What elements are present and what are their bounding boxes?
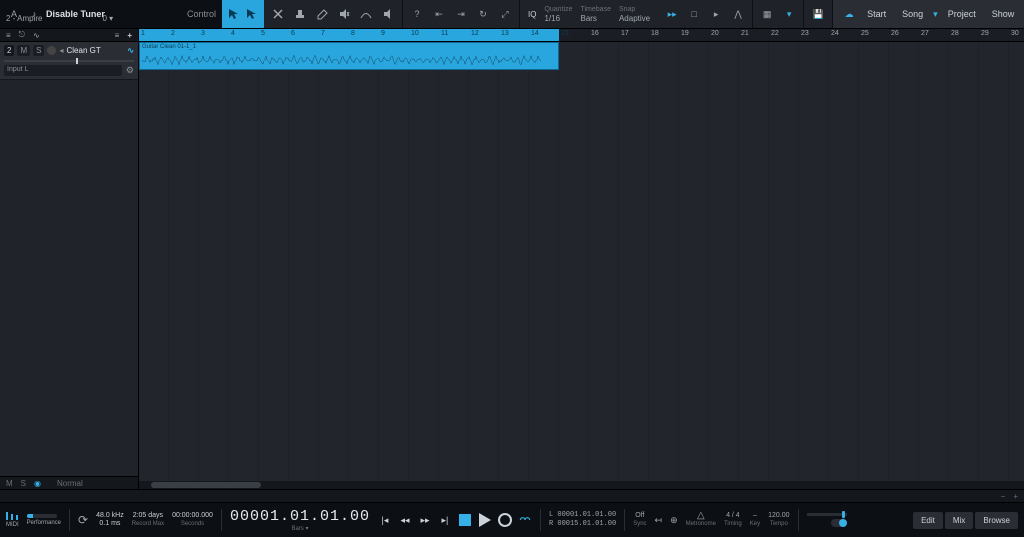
sync[interactable]: Off Sync [633, 512, 646, 528]
erase-tool[interactable] [314, 6, 330, 22]
record-button[interactable] [498, 513, 512, 527]
solo-button[interactable]: S [33, 45, 44, 56]
locators[interactable]: L 00001.01.01.00 R 00015.01.01.00 [549, 511, 616, 529]
track-settings-icon[interactable]: ⚙ [126, 65, 134, 76]
precount-icon[interactable]: ⊕ [670, 515, 678, 526]
monitor-icon[interactable]: ◂ [59, 46, 63, 55]
audio-clip[interactable]: Guitar Clean 01-1_1 [139, 42, 559, 70]
ripple-icon[interactable]: □ [686, 6, 702, 22]
draw-icon[interactable]: ⎋ [19, 30, 25, 40]
add-track-button[interactable]: + [127, 31, 132, 40]
seconds-counter: 00:00:00.000 Seconds [172, 512, 213, 528]
snap-dropdown[interactable]: Snap Adaptive [619, 5, 650, 23]
help-icon[interactable]: ? [409, 6, 425, 22]
forward-end-icon[interactable]: ▸| [438, 513, 452, 527]
bend-tool[interactable] [358, 6, 374, 22]
arrangement-view: 123456789101112131415 161718192021222324… [139, 29, 1024, 489]
track-number: 2 [4, 45, 14, 56]
grid-dropdown-icon[interactable]: ▾ [781, 6, 797, 22]
zoom-in-icon[interactable]: + [1013, 492, 1018, 501]
skip-fwd-icon[interactable]: ⇥ [453, 6, 469, 22]
project-button[interactable]: Project [942, 7, 982, 21]
cloud-icon[interactable]: ☁ [841, 6, 857, 22]
autoscroll-icon[interactable]: ▸▸ [664, 6, 680, 22]
timeline[interactable]: Guitar Clean 01-1_1 [139, 42, 1024, 489]
track-name[interactable]: Clean GT [66, 46, 124, 55]
group-icon[interactable]: ▦ [759, 6, 775, 22]
zoom-out-icon[interactable]: − [1001, 492, 1006, 501]
foot-solo[interactable]: S [21, 479, 26, 488]
iq-button[interactable]: IQ [528, 10, 536, 19]
preroll-icon[interactable]: ↤ [655, 515, 663, 526]
timebase-dropdown[interactable]: Timebase Bars [580, 5, 610, 23]
forward-icon[interactable]: ▸▸ [418, 513, 432, 527]
timeline-ruler[interactable]: 123456789101112131415 161718192021222324… [139, 29, 1024, 42]
channel-value[interactable]: 0 ▾ [102, 14, 113, 23]
main-time-display[interactable]: 00001.01.01.00 Bars ▾ [230, 508, 370, 532]
rewind-icon[interactable]: ◂◂ [398, 513, 412, 527]
play-button[interactable] [478, 513, 492, 527]
refresh-icon[interactable]: ⟳ [78, 513, 88, 527]
song-button[interactable]: Song [896, 7, 929, 21]
transport-bar: MIDI Performance ⟳ 48.0 kHz 0.1 ms 2:05 … [0, 502, 1024, 537]
quantize-dropdown[interactable]: Quantize 1/16 [544, 5, 572, 23]
track-input-dropdown[interactable]: Input L [4, 65, 122, 76]
tracks-control-bar: ≡ ⎋ ∿ ≡ + [0, 29, 138, 42]
mix-view-button[interactable]: Mix [945, 512, 973, 529]
global-switch[interactable] [831, 519, 847, 527]
tracks-pane: ≡ ⎋ ∿ ≡ + 2 M S ◂ Clean GT ∿ [0, 29, 139, 489]
transport-controls: |◂ ◂◂ ▸▸ ▸| [378, 513, 532, 527]
clip-waveform [142, 53, 542, 67]
track-header[interactable]: 2 M S ◂ Clean GT ∿ Input L ⚙ [0, 42, 138, 80]
arrow-tool-group[interactable] [222, 0, 264, 28]
foot-rec-icon[interactable]: ◉ [34, 479, 41, 488]
tempo[interactable]: 120.00 Tempo [768, 512, 789, 528]
control-label: Control [187, 9, 216, 19]
listen-tool[interactable] [380, 6, 396, 22]
loop-icon[interactable]: ↻ [475, 6, 491, 22]
foot-mode[interactable]: Normal [57, 479, 83, 488]
automation-icon[interactable]: ⋀ [730, 6, 746, 22]
record-arm-button[interactable] [47, 46, 56, 55]
track-fader[interactable] [4, 60, 134, 62]
paint-tool[interactable] [292, 6, 308, 22]
rewind-start-icon[interactable]: |◂ [378, 513, 392, 527]
browse-view-button[interactable]: Browse [975, 512, 1018, 529]
skip-back-icon[interactable]: ⇤ [431, 6, 447, 22]
horizontal-scrollbar[interactable] [139, 481, 1024, 489]
start-button[interactable]: Start [861, 7, 892, 21]
channel-label[interactable]: 2 - Ampire [6, 14, 42, 23]
mute-tool[interactable] [336, 6, 352, 22]
show-button[interactable]: Show [986, 7, 1021, 21]
status-row: − + [0, 489, 1024, 502]
foot-mute[interactable]: M [6, 479, 13, 488]
list-icon[interactable]: ≡ [6, 31, 11, 40]
top-right-nav: ☁ Start Song ▾ Project Show [833, 0, 1024, 28]
song-dropdown-icon[interactable]: ▾ [933, 9, 938, 20]
waveform-icon: ∿ [127, 46, 134, 55]
stop-button[interactable] [458, 513, 472, 527]
save-icon[interactable]: 💾 [810, 6, 826, 22]
time-signature[interactable]: 4 / 4 Timing [724, 512, 742, 528]
performance-meter: MIDI [6, 512, 19, 529]
tracks-footer: M S ◉ Normal [0, 476, 138, 489]
automation-lane-icon[interactable]: ∿ [33, 31, 40, 40]
key[interactable]: – Key [750, 512, 760, 528]
split-tool[interactable] [270, 6, 286, 22]
top-bar: A ♪ Disable Tuner Control 2 - Ampire 0 ▾ [0, 0, 1024, 29]
metronome[interactable]: △ Metronome [686, 512, 716, 528]
collapse-icon[interactable]: ≡ [115, 31, 120, 40]
edit-view-button[interactable]: Edit [913, 512, 943, 529]
fit-icon[interactable]: ⤢ [497, 6, 513, 22]
perf-label-col: Performance [27, 514, 61, 527]
loop-button[interactable] [518, 513, 532, 527]
master-fader[interactable] [807, 513, 847, 516]
record-max: 2:05 days Record Max [132, 512, 164, 528]
ripple-fwd-icon[interactable]: ▸ [708, 6, 724, 22]
clip-name: Guitar Clean 01-1_1 [140, 43, 558, 51]
sample-rate: 48.0 kHz 0.1 ms [96, 512, 124, 528]
tool-zone: ? ⇤ ⇥ ↻ ⤢ IQ Quantize 1/16 Timebase Bars… [222, 0, 833, 28]
mute-button[interactable]: M [17, 45, 30, 56]
